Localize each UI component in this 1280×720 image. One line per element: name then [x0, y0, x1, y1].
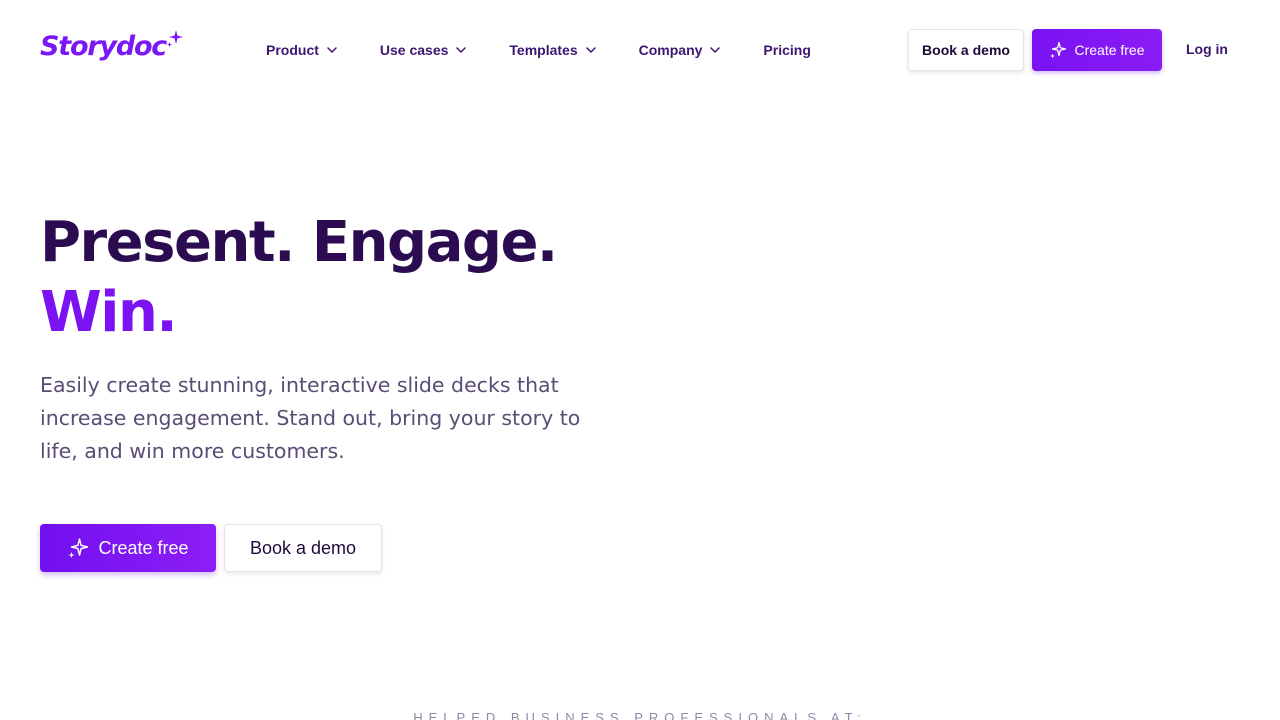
header-book-demo-button[interactable]: Book a demo: [908, 29, 1024, 71]
logo-wordmark: Storydoc: [40, 31, 167, 62]
nav-item-company[interactable]: Company: [639, 42, 721, 58]
nav-item-templates[interactable]: Templates: [509, 42, 596, 58]
main-nav: Product Use cases Templates Company Pric…: [266, 38, 811, 62]
hero-create-free-button[interactable]: Create free: [40, 524, 216, 572]
sparkle-icon: [67, 537, 89, 559]
chevron-down-icon: [456, 47, 467, 53]
login-link[interactable]: Log in: [1186, 41, 1228, 57]
create-free-label: Create free: [1074, 42, 1145, 58]
sparkle-icon: [1049, 41, 1067, 59]
nav-item-label: Pricing: [763, 42, 811, 58]
nav-item-label: Use cases: [379, 42, 449, 58]
nav-item-label: Templates: [509, 42, 578, 58]
hero-title-accent: Win.: [40, 280, 178, 345]
storydoc-logo[interactable]: Storydoc: [40, 28, 184, 67]
site-header: Storydoc Product Use cases Templates Com…: [0, 0, 1280, 100]
hero-title-line1: Present. Engage.: [40, 210, 558, 275]
hero-subtitle: Easily create stunning, interactive slid…: [40, 373, 581, 463]
trust-heading: HELPED BUSINESS PROFESSIONALS AT:: [413, 710, 867, 720]
hero-create-free-label: Create free: [98, 537, 189, 558]
chevron-down-icon: [327, 47, 337, 53]
hero-book-demo-button[interactable]: Book a demo: [224, 524, 382, 572]
header-create-free-button[interactable]: Create free: [1032, 29, 1162, 71]
nav-item-pricing[interactable]: Pricing: [763, 42, 810, 58]
nav-item-label: Product: [266, 42, 319, 58]
nav-item-use-cases[interactable]: Use cases: [380, 42, 467, 58]
nav-item-product[interactable]: Product: [266, 42, 337, 58]
nav-item-label: Company: [638, 42, 703, 58]
chevron-down-icon: [710, 47, 721, 53]
chevron-down-icon: [585, 47, 596, 53]
sparkle-icon: [166, 28, 184, 53]
hero-title: Present. Engage. Win.: [40, 208, 558, 348]
